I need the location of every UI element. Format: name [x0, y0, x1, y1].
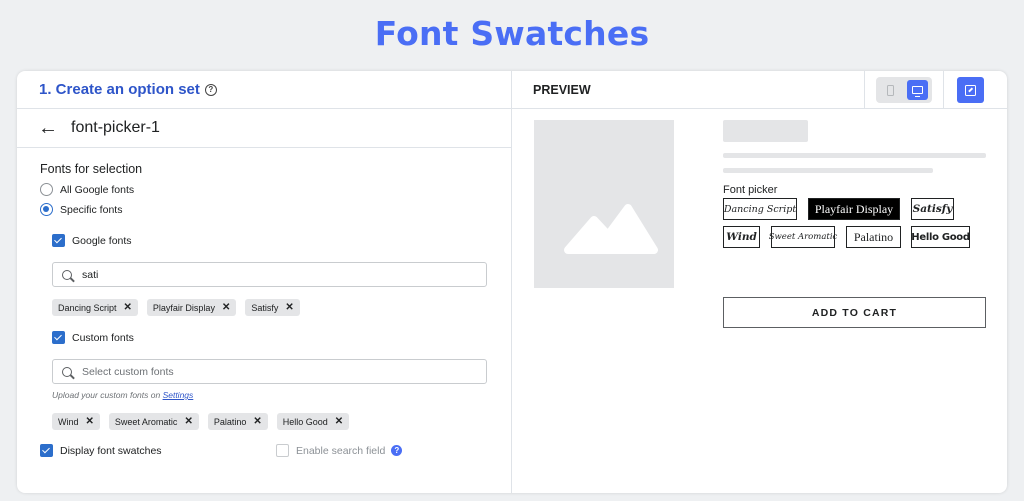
tag-label: Wind	[58, 416, 79, 427]
tag-label: Hello Good	[282, 416, 328, 427]
radio-specific-fonts[interactable]: Specific fonts	[40, 203, 122, 216]
open-preview-button[interactable]	[957, 77, 984, 103]
device-toggle	[876, 77, 932, 103]
display-swatches-checkbox[interactable]: Display font swatches	[40, 444, 162, 457]
remove-icon[interactable]: ✕	[253, 416, 261, 427]
tag-label: Playfair Display	[152, 302, 215, 313]
checkbox-label: Custom fonts	[72, 331, 134, 344]
search-icon	[62, 269, 72, 280]
swatch-wind[interactable]: Wind	[723, 226, 760, 248]
remove-icon[interactable]: ✕	[222, 302, 230, 313]
add-to-cart-button[interactable]: ADD TO CART	[723, 297, 986, 328]
custom-fonts-select[interactable]: Select custom fonts	[52, 359, 487, 384]
checkbox-label: Enable search field	[296, 444, 386, 457]
upload-hint: Upload your custom fonts on Settings	[52, 390, 193, 400]
fonts-section-label: Fonts for selection	[40, 162, 143, 176]
enable-search-checkbox[interactable]: Enable search field ?	[276, 444, 403, 457]
remove-icon[interactable]: ✕	[124, 302, 132, 313]
remove-icon[interactable]: ✕	[86, 416, 94, 427]
google-fonts-search-input[interactable]: sati	[52, 262, 487, 287]
back-arrow-icon[interactable]: ←	[38, 118, 58, 138]
custom-font-tags: Wind ✕ Sweet Aromatic ✕ Palatino ✕ Hello Go…	[52, 413, 350, 430]
option-set-name: font-picker-1	[71, 119, 160, 136]
image-placeholder-icon	[564, 204, 658, 254]
font-tag: Wind ✕	[52, 413, 100, 430]
page-title: Font Swatches	[374, 14, 650, 53]
tag-label: Dancing Script	[58, 302, 117, 313]
option-set-card: 1. Create an option set ? ← font-picker-…	[17, 71, 1007, 493]
custom-fonts-placeholder: Select custom fonts	[82, 365, 174, 378]
help-icon[interactable]: ?	[204, 83, 217, 96]
font-tag: Playfair Display ✕	[146, 299, 237, 316]
checkbox[interactable]	[40, 444, 53, 457]
step-header: 1. Create an option set ?	[17, 71, 511, 109]
custom-fonts-checkbox[interactable]: Custom fonts	[52, 331, 134, 344]
font-tag: Palatino ✕	[207, 413, 268, 430]
title-skeleton	[723, 120, 808, 142]
mobile-view-button[interactable]	[880, 80, 901, 100]
settings-link[interactable]: Settings	[163, 390, 194, 400]
external-link-icon	[965, 84, 976, 96]
swatch-playfair-display[interactable]: Playfair Display	[808, 198, 900, 220]
desktop-icon	[912, 86, 923, 97]
radio-label: Specific fonts	[60, 203, 123, 216]
text-skeleton	[723, 153, 986, 158]
option-set-editor: 1. Create an option set ? ← font-picker-…	[17, 71, 512, 493]
remove-icon[interactable]: ✕	[184, 416, 192, 427]
radio-all-google-fonts[interactable]: All Google fonts	[40, 183, 134, 196]
preview-header: PREVIEW	[512, 71, 1007, 109]
google-fonts-checkbox[interactable]: Google fonts	[52, 234, 132, 247]
info-icon[interactable]: ?	[391, 445, 403, 456]
desktop-view-button[interactable]	[907, 80, 928, 100]
swatch-sweet-aromatic[interactable]: Sweet Aromatic	[769, 226, 837, 248]
preview-title: PREVIEW	[533, 82, 591, 97]
tag-label: Palatino	[213, 416, 247, 427]
radio-button[interactable]	[40, 183, 53, 196]
checkbox[interactable]	[52, 234, 65, 247]
search-value: sati	[82, 268, 99, 281]
text-skeleton	[723, 168, 933, 173]
radio-label: All Google fonts	[60, 183, 135, 196]
swatch-dancing-script[interactable]: Dancing Script	[723, 198, 797, 220]
tag-label: Sweet Aromatic	[114, 416, 178, 427]
device-toggle-group	[864, 71, 944, 109]
remove-icon[interactable]: ✕	[285, 302, 293, 313]
search-icon	[62, 366, 72, 377]
checkbox[interactable]	[52, 331, 65, 344]
swatch-satisfy[interactable]: Satisfy	[911, 198, 954, 220]
tag-label: Satisfy	[251, 302, 279, 313]
option-set-header: ← font-picker-1	[17, 109, 511, 148]
checkbox-label: Google fonts	[72, 234, 132, 247]
remove-icon[interactable]: ✕	[335, 416, 343, 427]
swatch-palatino[interactable]: Palatino	[846, 226, 901, 248]
font-tag: Hello Good ✕	[276, 413, 350, 430]
font-tag: Sweet Aromatic ✕	[108, 413, 199, 430]
font-tag: Satisfy ✕	[245, 299, 300, 316]
font-picker-label: Font picker	[723, 184, 778, 196]
preview-panel: PREVIEW Font picker Dancing Script Playf…	[512, 71, 1007, 493]
checkbox-label: Display font swatches	[60, 444, 162, 457]
radio-button[interactable]	[40, 203, 53, 216]
checkbox[interactable]	[276, 444, 289, 457]
product-image-placeholder	[534, 120, 674, 288]
google-font-tags: Dancing Script ✕ Playfair Display ✕ Satisf…	[52, 299, 300, 316]
step-title: 1. Create an option set	[39, 81, 200, 98]
hint-text: Upload your custom fonts on	[52, 390, 163, 400]
swatch-hello-good[interactable]: Hello Good	[911, 226, 970, 248]
font-tag: Dancing Script ✕	[52, 299, 138, 316]
mobile-icon	[887, 84, 894, 96]
